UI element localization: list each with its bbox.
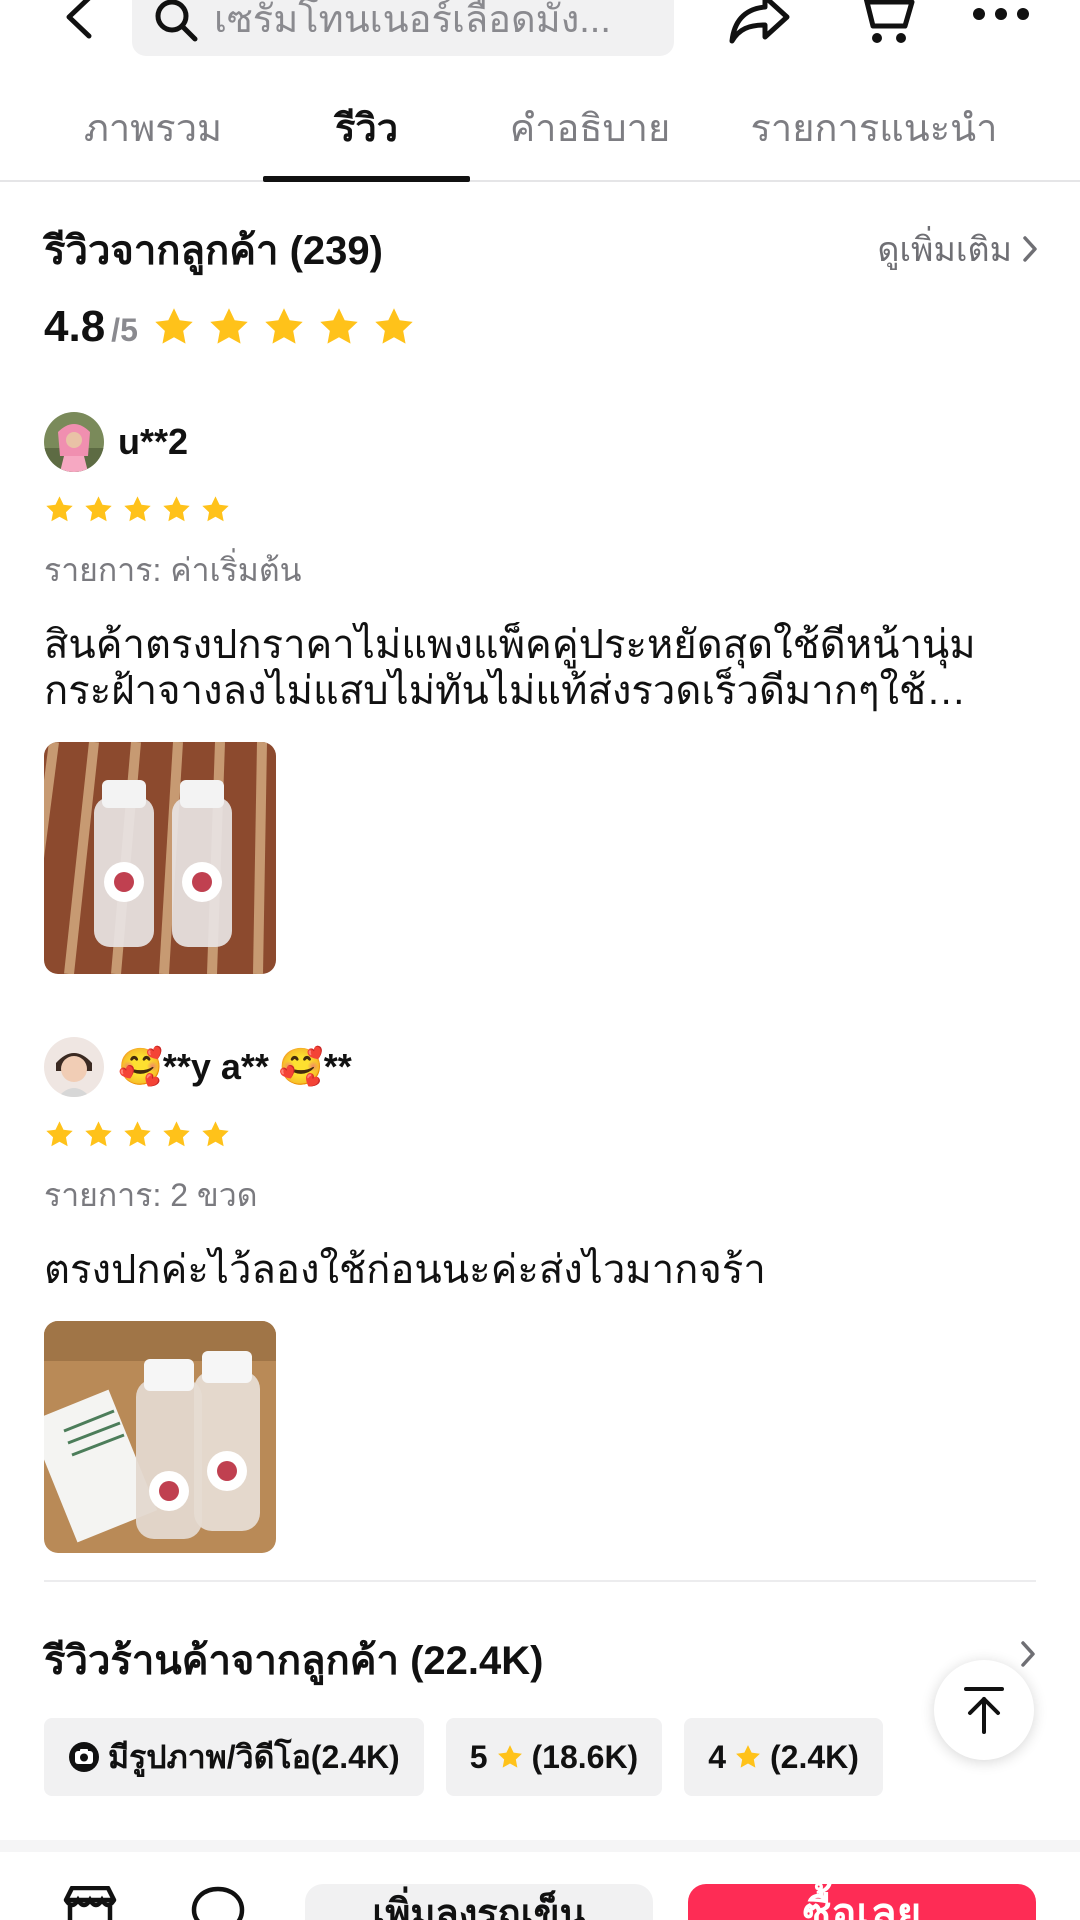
filter-chip-rating: 4 xyxy=(708,1738,726,1775)
more-button[interactable] xyxy=(968,0,1034,34)
shop-reviews-title: รีวิวร้านค้าจากลูกค้า (22.4K) xyxy=(44,1639,544,1683)
filter-chip-rating: 5 xyxy=(469,1738,488,1775)
active-tab-indicator xyxy=(263,176,470,182)
see-more-link[interactable]: ดูเพิ่มเติม xyxy=(877,222,1038,276)
top-bar: เซรั่มโทนเนอร์เลือดมัง... xyxy=(0,0,1080,62)
cart-icon xyxy=(863,0,915,43)
filter-chip-label: มีรูปภาพ/วิดีโอ(2.4K) xyxy=(108,1738,400,1775)
share-icon xyxy=(729,0,790,44)
star-icon xyxy=(155,308,193,344)
cart-button[interactable] xyxy=(850,0,918,46)
reviewer: 🥰**y a** 🥰** xyxy=(44,1037,1034,1097)
search-query: เซรั่มโทนเนอร์เลือดมัง... xyxy=(214,0,611,41)
product-tabs: ภาพรวม รีวิว คำอธิบาย รายการแนะนำ xyxy=(0,90,1080,182)
avatar xyxy=(44,412,104,472)
review-text: ตรงปกค่ะไว้ลองใช้ก่อนนะค่ะส่งไวมากจร้า xyxy=(44,1248,766,1292)
star-icon xyxy=(46,1121,73,1147)
see-more-label: ดูเพิ่มเติม xyxy=(877,231,1012,269)
shop-icon xyxy=(63,1885,117,1920)
review-stars xyxy=(44,494,1034,525)
filter-chip-5-star[interactable]: 5 (18.6K) xyxy=(445,1718,663,1796)
more-icon xyxy=(973,8,1029,20)
rating-value: 4.8 xyxy=(44,302,106,351)
scroll-to-top-button[interactable] xyxy=(934,1660,1034,1760)
star-icon xyxy=(202,1121,229,1147)
overall-stars xyxy=(152,305,416,349)
share-button[interactable] xyxy=(725,0,795,46)
arrow-up-icon xyxy=(964,1687,1004,1734)
search-bar[interactable]: เซรั่มโทนเนอร์เลือดมัง... xyxy=(132,0,674,56)
bottom-action-bar: เพิ่มลงรถเข็น ซื้อเลย xyxy=(0,1852,1080,1920)
star-icon xyxy=(496,1743,524,1771)
shop-button[interactable] xyxy=(60,1885,120,1920)
star-icon xyxy=(46,496,73,522)
review-text: สินค้าตรงปกราคาไม่แพงแพ็คคู่ประหยัดสุดใช… xyxy=(44,623,976,713)
review-photo[interactable] xyxy=(44,1321,276,1553)
reviewer: u**2 xyxy=(44,412,1034,472)
add-to-cart-button[interactable]: เพิ่มลงรถเข็น xyxy=(305,1884,653,1920)
tab-overview[interactable]: ภาพรวม xyxy=(48,90,258,182)
filter-chip-count: (2.4K) xyxy=(770,1738,859,1775)
chevron-right-icon xyxy=(1021,1641,1035,1667)
buy-now-button[interactable]: ซื้อเลย xyxy=(688,1884,1036,1920)
review-photo[interactable] xyxy=(44,742,276,974)
chevron-right-icon xyxy=(1023,236,1037,262)
tab-reviews[interactable]: รีวิว xyxy=(263,90,470,182)
reviewer-name: u**2 xyxy=(118,421,189,462)
star-icon xyxy=(375,308,413,344)
review-card[interactable]: 🥰**y a** 🥰** รายการ: 2 ขวด ตรงปกค่ะไว้ลอ… xyxy=(44,1037,1034,1553)
search-icon xyxy=(155,0,198,42)
chat-icon xyxy=(191,1886,245,1920)
camera-icon xyxy=(68,1741,100,1773)
tab-description[interactable]: คำอธิบาย xyxy=(490,90,690,182)
tab-recommendations[interactable]: รายการแนะนำ xyxy=(740,90,1008,182)
star-icon xyxy=(85,496,112,522)
star-icon xyxy=(163,496,190,522)
reviews-title: รีวิวจากลูกค้า (239) xyxy=(44,229,383,273)
star-icon xyxy=(85,1121,112,1147)
review-variant: รายการ: ค่าเริ่มต้น xyxy=(44,552,302,588)
chat-button[interactable] xyxy=(190,1886,246,1920)
bottom-separator xyxy=(0,1840,1080,1852)
avatar xyxy=(44,1037,104,1097)
review-card[interactable]: u**2 รายการ: ค่าเริ่มต้น สินค้าตรงปกราคา… xyxy=(44,412,1034,974)
review-stars xyxy=(44,1119,1034,1150)
rating-max: /5 xyxy=(111,312,138,348)
overall-rating: 4.8 /5 xyxy=(44,302,416,352)
star-icon xyxy=(320,308,358,344)
reviewer-name: 🥰**y a** 🥰** xyxy=(118,1046,352,1087)
shop-reviews-link[interactable]: รีวิวร้านค้าจากลูกค้า (22.4K) xyxy=(44,1620,1036,1686)
review-variant: รายการ: 2 ขวด xyxy=(44,1177,258,1213)
filter-chip-count: (18.6K) xyxy=(531,1738,639,1775)
filter-chip-media[interactable]: มีรูปภาพ/วิดีโอ(2.4K) xyxy=(44,1718,424,1796)
star-icon xyxy=(265,308,303,344)
star-icon xyxy=(124,496,151,522)
star-icon xyxy=(124,1121,151,1147)
star-icon xyxy=(163,1121,190,1147)
section-divider xyxy=(44,1580,1036,1582)
back-button[interactable] xyxy=(48,0,108,42)
back-arrow-icon xyxy=(66,0,92,39)
star-icon xyxy=(734,1743,762,1771)
star-icon xyxy=(210,308,248,344)
star-icon xyxy=(202,496,229,522)
filter-chip-4-star[interactable]: 4 (2.4K) xyxy=(684,1718,883,1796)
review-filter-chips: มีรูปภาพ/วิดีโอ(2.4K) 5 (18.6K) 4 (2.4K) xyxy=(44,1718,883,1796)
